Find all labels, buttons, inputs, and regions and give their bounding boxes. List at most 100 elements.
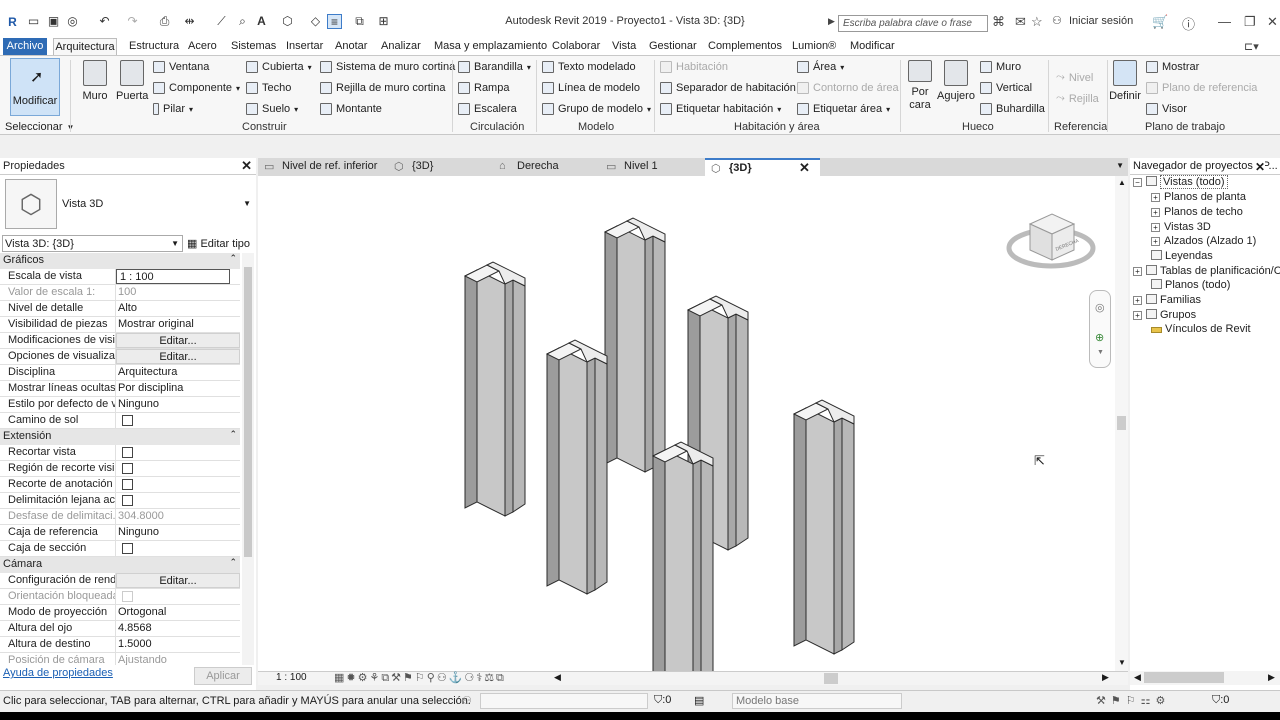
ribbon-toggle-icon[interactable]: ⊏▾: [1244, 40, 1259, 53]
tree-item-groups[interactable]: + Grupos: [1133, 309, 1196, 321]
column[interactable]: [546, 339, 608, 595]
design-option-select[interactable]: Modelo base: [732, 693, 902, 709]
edit-button[interactable]: Editar...: [116, 349, 240, 364]
browser-hscrollbar[interactable]: ◀ ▶: [1130, 671, 1280, 685]
tag-room-button[interactable]: Etiquetar habitación ▾: [660, 103, 781, 115]
type-selector[interactable]: ⬡ Vista 3D ▼: [3, 177, 255, 229]
tab-estructura[interactable]: Estructura: [129, 40, 179, 52]
prop-row[interactable]: Disciplina Arquitectura: [0, 365, 240, 381]
checkbox[interactable]: [122, 463, 133, 474]
area-boundary-button[interactable]: Contorno de área: [797, 82, 899, 94]
set-workplane-button[interactable]: Definir: [1109, 60, 1141, 102]
prop-value-input[interactable]: 1 : 100: [116, 269, 230, 284]
section-icon[interactable]: ◇: [308, 14, 323, 29]
select-dropdown[interactable]: Seleccionar▼: [5, 121, 74, 133]
expand-icon[interactable]: +: [1133, 296, 1142, 305]
prop-row[interactable]: Modificaciones de visi... Editar...: [0, 333, 240, 349]
tab-sistemas[interactable]: Sistemas: [231, 40, 276, 52]
tab-nivel-ref-inferior[interactable]: ▭ Nivel de ref. inferior: [258, 158, 388, 176]
edit-button[interactable]: Editar...: [116, 573, 240, 588]
comm-center-icon[interactable]: ✉: [1015, 14, 1026, 30]
tree-item-ceiling-plans[interactable]: + Planos de techo: [1151, 206, 1243, 218]
ref-plane-button[interactable]: Plano de referencia: [1146, 82, 1257, 94]
vertical-opening-button[interactable]: Vertical: [980, 82, 1032, 94]
sync-icon[interactable]: ◎: [65, 14, 80, 29]
scroll-left-icon[interactable]: ◀: [1134, 672, 1141, 683]
collapse-icon[interactable]: −: [1133, 178, 1142, 187]
text-icon[interactable]: A: [254, 14, 269, 29]
expand-icon[interactable]: +: [1151, 193, 1160, 202]
prop-row[interactable]: Caja de referencia Ninguno: [0, 525, 240, 541]
tab-acero[interactable]: Acero: [188, 40, 217, 52]
scroll-thumb[interactable]: [1117, 416, 1126, 430]
chevron-right-icon[interactable]: ▶: [828, 16, 835, 27]
prop-row[interactable]: Altura de destino 1.5000: [0, 637, 240, 653]
wall-opening-button[interactable]: Muro: [980, 61, 1021, 73]
zoom-icon[interactable]: ⊕: [1095, 331, 1104, 344]
tab-arquitectura[interactable]: Arquitectura: [53, 38, 117, 55]
prop-row[interactable]: Modo de proyección Ortogonal: [0, 605, 240, 621]
scroll-right-icon[interactable]: ▶: [1102, 672, 1109, 683]
prop-row[interactable]: Altura del ojo 4.8568: [0, 621, 240, 637]
tab-insertar[interactable]: Insertar: [286, 40, 323, 52]
prop-row[interactable]: Visibilidad de piezas Mostrar original: [0, 317, 240, 333]
tag-area-button[interactable]: Etiquetar área ▾: [797, 103, 890, 115]
tree-item-3d-views[interactable]: + Vistas 3D: [1151, 221, 1211, 233]
tree-item-schedules[interactable]: + Tablas de planificación/C: [1133, 265, 1280, 277]
navigation-bar[interactable]: ◎ ⊕ ▼: [1089, 290, 1111, 368]
tab-modificar[interactable]: Modificar: [850, 40, 895, 52]
restore-icon[interactable]: ❐: [1244, 14, 1256, 30]
stair-button[interactable]: Escalera: [458, 103, 517, 115]
tab-archivo[interactable]: Archivo: [3, 38, 47, 55]
grid-button[interactable]: ⤳ Rejilla: [1056, 92, 1099, 105]
column[interactable]: [793, 399, 855, 655]
redo-icon[interactable]: ↷: [125, 14, 140, 29]
tab-nivel-1[interactable]: ▭ Nivel 1: [600, 158, 705, 176]
tab-complementos[interactable]: Complementos: [708, 40, 782, 52]
show-workplane-button[interactable]: Mostrar: [1146, 61, 1199, 73]
roof-button[interactable]: Cubierta ▾: [246, 61, 312, 73]
ceiling-button[interactable]: Techo: [246, 82, 291, 94]
checkbox[interactable]: [122, 543, 133, 554]
tree-item-sheets[interactable]: Planos (todo): [1151, 279, 1230, 291]
prop-row[interactable]: Región de recorte visi...: [0, 461, 240, 477]
chevron-down-icon[interactable]: ▼: [243, 199, 251, 208]
minimize-icon[interactable]: —: [1218, 14, 1231, 29]
checkbox[interactable]: [122, 415, 133, 426]
view-instance-select[interactable]: Vista 3D: {3D} ▼: [2, 235, 183, 252]
expand-icon[interactable]: +: [1133, 267, 1142, 276]
prop-row[interactable]: Mostrar líneas ocultas Por disciplina: [0, 381, 240, 397]
prop-row[interactable]: Estilo por defecto de v... Ninguno: [0, 397, 240, 413]
level-button[interactable]: ⤳ Nivel: [1056, 71, 1093, 84]
scroll-thumb[interactable]: [244, 267, 252, 557]
steering-wheel-icon[interactable]: ◎: [1095, 301, 1105, 314]
scroll-up-icon[interactable]: ▲: [1118, 178, 1126, 187]
prop-value[interactable]: Arquitectura: [116, 365, 240, 380]
properties-help-link[interactable]: Ayuda de propiedades: [3, 667, 113, 679]
expand-icon[interactable]: +: [1151, 208, 1160, 217]
prop-row[interactable]: Recorte de anotación: [0, 477, 240, 493]
prop-row[interactable]: Opciones de visualizac...Editar...: [0, 349, 240, 365]
close-icon[interactable]: ✕: [241, 158, 252, 174]
hscroll-thumb[interactable]: [824, 673, 838, 684]
scroll-right-icon[interactable]: ▶: [1268, 672, 1275, 683]
close-icon[interactable]: ✕: [1267, 14, 1278, 30]
expand-icon[interactable]: +: [1133, 311, 1142, 320]
tree-item-families[interactable]: + Familias: [1133, 294, 1201, 306]
prop-row[interactable]: Caja de sección: [0, 541, 240, 557]
railing-button[interactable]: Barandilla ▾: [458, 61, 531, 73]
edit-type-button[interactable]: ▦ Editar tipo: [187, 237, 250, 250]
column[interactable]: [464, 261, 526, 517]
user-icon[interactable]: ⚇: [1052, 14, 1062, 27]
apply-button[interactable]: Aplicar: [194, 667, 252, 685]
store-icon[interactable]: 🛒: [1152, 14, 1168, 30]
tab-3d-active[interactable]: ⬡ {3D} ✕: [705, 158, 820, 176]
scroll-left-icon[interactable]: ◀: [554, 672, 561, 683]
undo-icon[interactable]: ↶: [97, 14, 112, 29]
viewport-vscrollbar[interactable]: ▲ ▼: [1115, 176, 1128, 671]
dimension-icon[interactable]: ⟋: [214, 14, 229, 29]
room-separator-button[interactable]: Separador de habitación: [660, 82, 796, 94]
tree-item-floor-plans[interactable]: + Planos de planta: [1151, 191, 1246, 203]
3d-view-icon[interactable]: ⬡: [280, 14, 295, 29]
tab-anotar[interactable]: Anotar: [335, 40, 367, 52]
